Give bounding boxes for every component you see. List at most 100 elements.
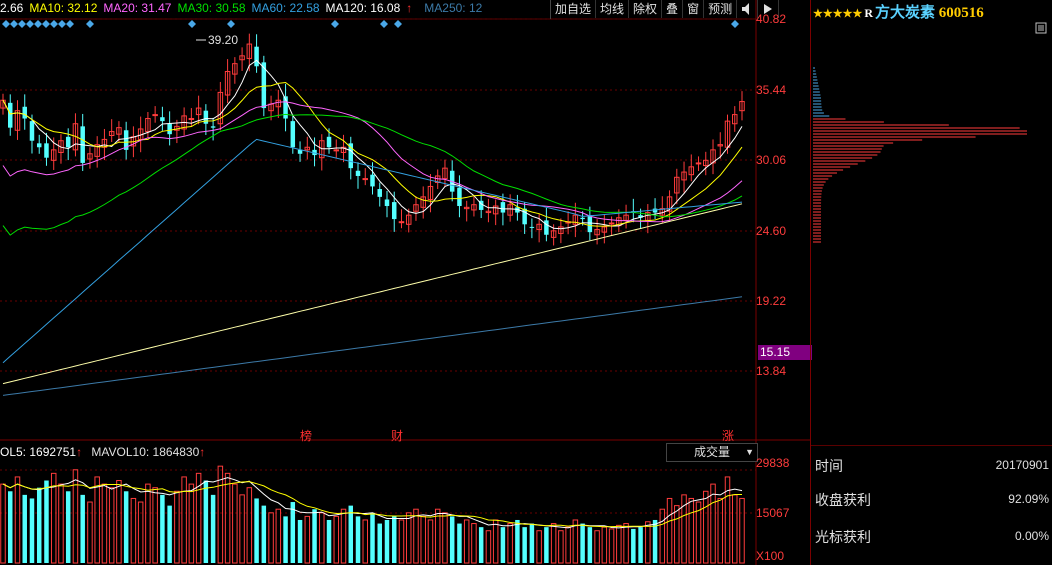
volume-bar-up [232, 483, 238, 564]
volume-bar-up [108, 487, 115, 564]
price-tick-1: 35.44 [756, 83, 787, 97]
volume-indicator-select[interactable]: 成交量 ▼ [666, 443, 758, 462]
volume-bar-up [116, 480, 122, 564]
volume-bar-up [492, 519, 499, 564]
ma-line-button[interactable]: 均线 [596, 0, 630, 18]
volume-bar-up [304, 515, 311, 564]
volume-bar-up [72, 469, 79, 564]
candle-body-up [398, 221, 405, 224]
volume-bar-up [362, 519, 369, 564]
panel-divider [811, 445, 1052, 446]
volume-indicator-label: 成交量 [693, 445, 730, 459]
ma250-legend: MA250: 12 [424, 1, 483, 15]
info-row-close-profit: 收盘获利 92.09% [815, 492, 1049, 508]
event-diamond-icon [58, 20, 66, 28]
volume-bar-down [29, 498, 35, 563]
volume-bar-up [152, 487, 158, 564]
volume-bar-up [666, 497, 673, 564]
candle-body-down [167, 123, 172, 135]
volume-bar-up [442, 512, 448, 564]
event-marker-bang[interactable]: 榜 [300, 427, 312, 444]
volume-bar-up [732, 494, 738, 564]
volume-bar-up [145, 483, 151, 564]
vol5-legend: OL5: 1692751 [0, 445, 77, 459]
candle-body-up [152, 114, 158, 117]
volume-bar-up [340, 508, 347, 564]
kline-chart-area[interactable]: 2.66 MA10: 32.12 MA20: 31.47 MA30: 30.58 MA6… [0, 0, 812, 565]
volume-bar-down [544, 527, 549, 563]
volume-bar-down [370, 512, 375, 563]
volume-bar-down [391, 516, 397, 563]
volume-bar-up [608, 528, 615, 564]
volume-bar-down [522, 527, 527, 563]
candle-body-down [391, 202, 397, 220]
volume-bar-up [536, 530, 542, 564]
ma20-line [2, 101, 743, 223]
volume-tick-1: 15067 [756, 506, 790, 520]
volume-bar-up [246, 487, 253, 564]
kline-chart-canvas[interactable] [0, 0, 810, 565]
candle-body-down [652, 208, 658, 213]
add-favorite-button[interactable]: 加自选 [551, 0, 597, 18]
volume-bar-down [457, 523, 462, 563]
volume-bar-down [580, 523, 585, 563]
volume-unit: X100 [756, 549, 785, 563]
volume-bar-up [239, 494, 245, 564]
event-marker-zhang[interactable]: 涨 [722, 427, 734, 444]
volume-bar-up [275, 508, 282, 564]
candle-body-down [65, 136, 71, 148]
candle-body-down [384, 199, 390, 207]
volume-bar-down [254, 498, 259, 563]
price-tick-5: 13.84 [756, 364, 787, 378]
price-tick-0: 40.82 [756, 12, 787, 26]
volume-bar-down [7, 491, 13, 563]
volume-bar-down [384, 519, 390, 563]
speaker-icon[interactable] [737, 0, 759, 18]
candle-body-down [457, 187, 462, 207]
ma10-legend: MA10: 32.12 [29, 1, 98, 15]
candle-body-down [36, 143, 42, 148]
volume-bar-up [507, 523, 513, 564]
volume-bar-up [434, 508, 441, 564]
ma10-line [2, 81, 743, 227]
window-button[interactable]: 窗 [683, 0, 705, 18]
event-diamond-icon [66, 20, 74, 28]
volume-bar-up [717, 497, 724, 564]
forecast-button[interactable]: 预测 [704, 0, 738, 18]
volume-bar-up [688, 497, 695, 564]
volume-bar-down [22, 494, 27, 563]
volume-bar-down [203, 480, 209, 563]
volume-bar-up [14, 476, 21, 564]
volume-bar-up [333, 515, 340, 564]
event-diamond-icon [380, 20, 388, 28]
candle-body-down [44, 143, 49, 158]
volume-bar-down [587, 527, 593, 563]
ex-rights-button[interactable]: 除权 [629, 0, 663, 18]
volume-bar-down [355, 516, 361, 563]
overlay-button[interactable]: 叠 [662, 0, 684, 18]
volume-bar-down [160, 494, 165, 563]
volume-bar-up [224, 472, 231, 564]
ma30-legend: MA30: 30.58 [177, 1, 246, 15]
event-diamond-icon [50, 20, 58, 28]
candle-body-down [254, 46, 259, 67]
volume-legend: OL5: 1692751↑ MAVOL10: 1864830↑ [0, 445, 206, 459]
candle-body-down [377, 189, 382, 197]
event-diamond-icon [331, 20, 339, 28]
candle-body-down [290, 121, 296, 148]
right-info-panel: ★★★★★ R 方大炭素 600516 时间 20170901 收盘获利 92.09… [810, 0, 1052, 565]
volume-bar-up [616, 524, 622, 564]
event-marker-cai[interactable]: 财 [391, 427, 403, 444]
volume-bar-down [348, 505, 354, 563]
price-tick-4: 19.22 [756, 294, 787, 308]
event-diamond-icon [18, 20, 26, 28]
volume-bar-up [398, 519, 405, 564]
volume-tick-0: 29838 [756, 456, 790, 470]
event-diamond-icon [86, 20, 94, 28]
volume-bar-down [515, 519, 520, 563]
volume-bar-up [485, 530, 492, 564]
candle-body-down [529, 226, 535, 228]
current-price-tag: 15.15 [758, 345, 812, 360]
event-diamond-icon [2, 20, 10, 28]
volume-bar-down [283, 516, 288, 563]
